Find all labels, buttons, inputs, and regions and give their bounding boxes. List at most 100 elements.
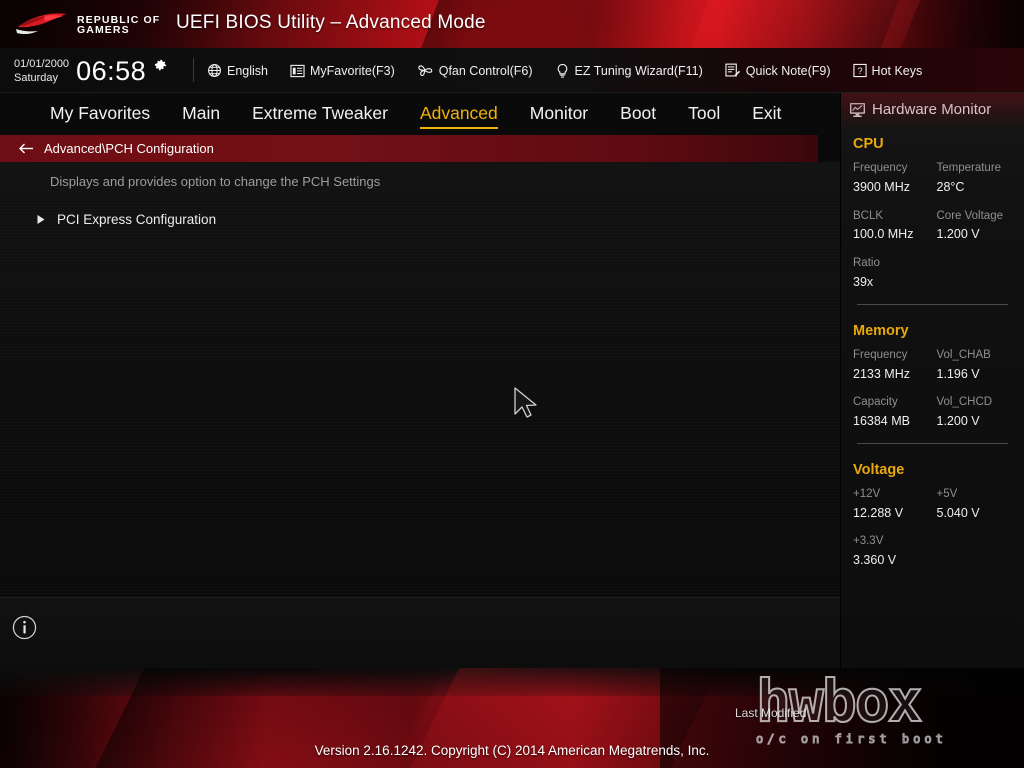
hw-cell: Frequency 3900 MHz <box>853 160 929 197</box>
help-description: Displays and provides option to change t… <box>50 174 381 189</box>
hw-key: Frequency <box>853 348 908 361</box>
version-text: Version 2.16.1242. Copyright (C) 2014 Am… <box>314 743 710 758</box>
datetime-display: 01/01/2000 Saturday 06:58 <box>14 56 168 87</box>
tab-tool[interactable]: Tool <box>672 101 736 128</box>
hw-cell: Ratio 39x <box>853 255 929 292</box>
hw-cell: BCLK 100.0 MHz <box>853 208 929 245</box>
toolbar-item-label: EZ Tuning Wizard(F11) <box>574 63 703 78</box>
hw-value: 28°C <box>936 179 965 194</box>
hw-cell: +3.3V 3.360 V <box>853 533 929 570</box>
globe-icon <box>208 64 221 77</box>
tab-exit[interactable]: Exit <box>736 101 797 128</box>
tab-my-favorites[interactable]: My Favorites <box>34 101 166 128</box>
hw-row: Capacity 16384 MB Vol_CHCD 1.200 V <box>853 394 1012 431</box>
info-bar <box>0 598 840 668</box>
rog-line-2: GAMERS <box>77 24 130 36</box>
hw-section-title: CPU <box>853 136 884 152</box>
hw-cell: +12V 12.288 V <box>853 486 929 523</box>
settings-menu-list: PCI Express Configuration <box>0 206 840 232</box>
hardware-monitor-header: Hardware Monitor <box>841 93 1024 118</box>
gear-icon[interactable] <box>153 58 168 73</box>
hw-key: +12V <box>853 487 881 500</box>
hw-cell: Vol_CHCD 1.200 V <box>937 394 1013 431</box>
hw-key: Capacity <box>853 396 898 409</box>
hw-key: Vol_CHAB <box>936 348 991 361</box>
hw-section-title: Memory <box>853 322 909 339</box>
tab-main[interactable]: Main <box>166 101 236 128</box>
toolbar-item-ez-tuning-wizard[interactable]: EZ Tuning Wizard(F11) <box>555 63 703 79</box>
monitor-chart-icon <box>849 102 866 117</box>
menu-item-pci-express-configuration[interactable]: PCI Express Configuration <box>0 206 840 232</box>
breadcrumb[interactable]: Advanced\PCH Configuration <box>0 135 818 162</box>
footer-bar: Last Modified Version 2.16.1242. Copyrig… <box>0 668 1024 768</box>
hw-key: Core Voltage <box>936 209 1004 222</box>
hw-cell: +5V 5.040 V <box>937 486 1013 523</box>
hw-row: +12V 12.288 V +5V 5.040 V <box>853 486 1012 523</box>
tab-boot[interactable]: Boot <box>604 101 672 128</box>
hw-value: 1.200 V <box>936 414 980 429</box>
hw-key: BCLK <box>853 209 884 222</box>
toolbar-separator <box>193 58 194 82</box>
hw-row: Frequency 3900 MHz Temperature 28°C <box>853 160 1012 197</box>
hw-row: +3.3V 3.360 V <box>853 533 1012 570</box>
hw-cell: Temperature 28°C <box>937 160 1013 197</box>
weekday-value: Saturday <box>14 71 59 84</box>
hardware-monitor-panel: Hardware Monitor CPU Frequency 3900 MHz … <box>840 93 1024 668</box>
toolbar-item-label: Hot Keys <box>871 63 923 78</box>
fan-icon <box>417 65 432 77</box>
title-bar: REPUBLIC OF GAMERS UEFI BIOS Utility – A… <box>0 0 1024 48</box>
last-modified-label[interactable]: Last Modified <box>735 706 806 720</box>
hw-section-voltage: Voltage +12V 12.288 V +5V 5.040 V +3.3V … <box>841 462 1024 570</box>
toolbar-item-myfavorite[interactable]: MyFavorite(F3) <box>290 64 395 78</box>
rog-logo: REPUBLIC OF GAMERS <box>14 6 179 44</box>
hw-key: +3.3V <box>853 535 884 548</box>
utility-toolbar: 01/01/2000 Saturday 06:58 English MyFavo… <box>0 48 1024 93</box>
menu-item-label: PCI Express Configuration <box>57 211 217 227</box>
tab-monitor[interactable]: Monitor <box>514 101 604 128</box>
date-value: 01/01/2000 <box>14 58 70 71</box>
main-nav-tabs: My Favorites Main Extreme Tweaker Advanc… <box>0 93 840 135</box>
hw-section-cpu: CPU Frequency 3900 MHz Temperature 28°C … <box>841 136 1024 305</box>
bios-screen: REPUBLIC OF GAMERS UEFI BIOS Utility – A… <box>0 0 1024 768</box>
hw-value: 16384 MB <box>853 414 910 429</box>
note-pencil-icon <box>725 63 740 77</box>
hw-divider <box>857 303 1008 305</box>
svg-text:?: ? <box>857 66 862 76</box>
toolbar-item-label: Quick Note(F9) <box>745 63 831 78</box>
hw-cell: Frequency 2133 MHz <box>853 347 929 384</box>
question-box-icon: ? <box>852 63 867 78</box>
hw-divider <box>857 442 1008 444</box>
toolbar-item-hot-keys[interactable]: ? Hot Keys <box>852 63 923 78</box>
toolbar-item-qfan-control[interactable]: Qfan Control(F6) <box>417 63 533 78</box>
hw-row: Ratio 39x <box>853 255 1012 292</box>
rog-wordmark: REPUBLIC OF GAMERS <box>77 14 160 36</box>
submenu-arrow-icon <box>37 214 45 224</box>
hw-key: Ratio <box>853 257 880 270</box>
back-arrow-icon[interactable] <box>18 142 34 155</box>
hw-value: 2133 MHz <box>853 366 910 381</box>
toolbar-item-label: Qfan Control(F6) <box>438 63 533 78</box>
toolbar-item-quick-note[interactable]: Quick Note(F9) <box>725 63 831 78</box>
hw-key: Frequency <box>853 162 908 174</box>
hw-key: Temperature <box>936 162 1002 174</box>
lightbulb-icon <box>557 63 567 78</box>
tab-advanced[interactable]: Advanced <box>404 101 514 129</box>
toolbar-item-language[interactable]: English <box>207 63 268 78</box>
date-block: 01/01/2000 Saturday <box>14 58 69 85</box>
settings-panel: Displays and provides option to change t… <box>0 162 840 598</box>
info-icon[interactable] <box>12 615 37 640</box>
hw-row: BCLK 100.0 MHz Core Voltage 1.200 V <box>853 208 1012 245</box>
page-title: UEFI BIOS Utility – Advanced Mode <box>176 12 486 33</box>
hw-value: 39x <box>853 274 874 289</box>
hw-cell: Vol_CHAB 1.196 V <box>937 347 1013 384</box>
hw-value: 3900 MHz <box>853 179 910 194</box>
hw-key: +5V <box>936 487 958 500</box>
rog-eye-icon <box>16 13 66 35</box>
hw-cell: Core Voltage 1.200 V <box>937 208 1013 245</box>
hw-value: 1.200 V <box>936 227 980 242</box>
tab-extreme-tweaker[interactable]: Extreme Tweaker <box>236 101 404 128</box>
hw-cell: Capacity 16384 MB <box>853 394 929 431</box>
header-facet-right <box>691 0 899 48</box>
hw-section-title: Voltage <box>853 461 905 478</box>
hw-section-memory: Memory Frequency 2133 MHz Vol_CHAB 1.196… <box>841 323 1024 444</box>
